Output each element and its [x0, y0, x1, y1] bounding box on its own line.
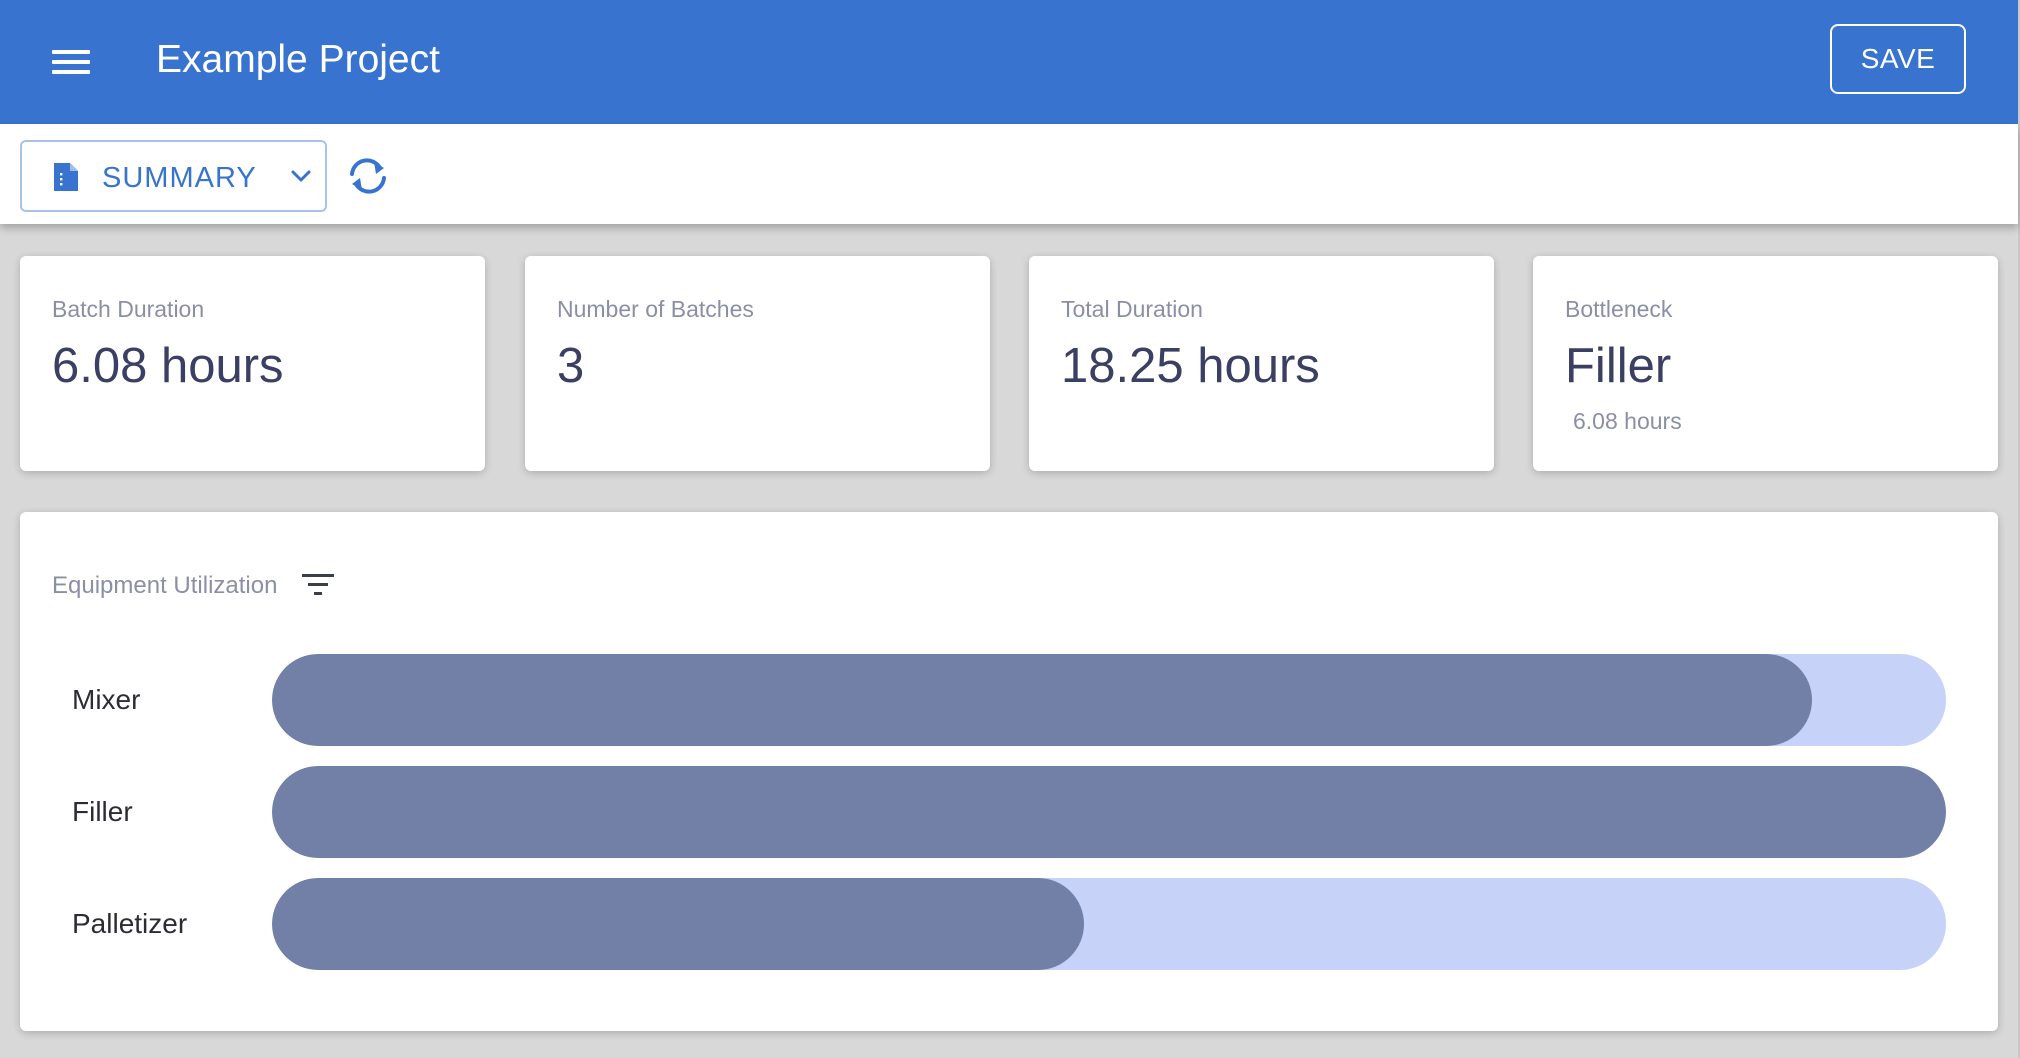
stat-value: 18.25 hours [1061, 339, 1320, 393]
stat-label: Number of Batches [557, 296, 754, 322]
save-button[interactable]: SAVE [1830, 24, 1966, 94]
menu-icon[interactable] [48, 44, 96, 80]
utilization-fill-filler [272, 766, 1946, 858]
app-bar: Example Project SAVE [0, 0, 2018, 124]
view-select-label: SUMMARY [102, 162, 257, 194]
document-icon [54, 163, 78, 191]
stat-label: Batch Duration [52, 296, 205, 322]
chevron-down-icon [291, 170, 311, 182]
stat-subvalue: 6.08 hours [1573, 408, 1682, 434]
stat-label: Total Duration [1061, 296, 1203, 322]
utilization-fill-palletizer [272, 878, 1084, 970]
stat-card-total-duration: Total Duration 18.25 hours [1029, 256, 1494, 471]
view-select[interactable]: SUMMARY [20, 140, 327, 212]
stat-card-batch-duration: Batch Duration 6.08 hours [20, 256, 485, 471]
project-title: Example Project [156, 38, 440, 81]
stat-value: 6.08 hours [52, 339, 284, 393]
stat-card-bottleneck: Bottleneck Filler 6.08 hours [1533, 256, 1998, 471]
equipment-label-mixer: Mixer [72, 684, 141, 715]
refresh-icon[interactable] [344, 154, 392, 198]
equipment-label-filler: Filler [72, 796, 133, 827]
utilization-bar-palletizer [272, 878, 1946, 970]
panel-title: Equipment Utilization [52, 572, 278, 599]
stat-label: Bottleneck [1565, 296, 1673, 322]
equipment-utilization-panel: Equipment Utilization Mixer Filler Palle… [20, 512, 1998, 1031]
toolbar: SUMMARY [0, 124, 2018, 224]
utilization-bar-mixer [272, 654, 1946, 746]
stat-value: Filler [1565, 339, 1672, 393]
utilization-fill-mixer [272, 654, 1813, 746]
filter-icon[interactable] [300, 570, 336, 600]
stat-card-number-of-batches: Number of Batches 3 [525, 256, 990, 471]
utilization-bar-filler [272, 766, 1946, 858]
stat-value: 3 [557, 339, 585, 393]
equipment-label-palletizer: Palletizer [72, 908, 188, 939]
